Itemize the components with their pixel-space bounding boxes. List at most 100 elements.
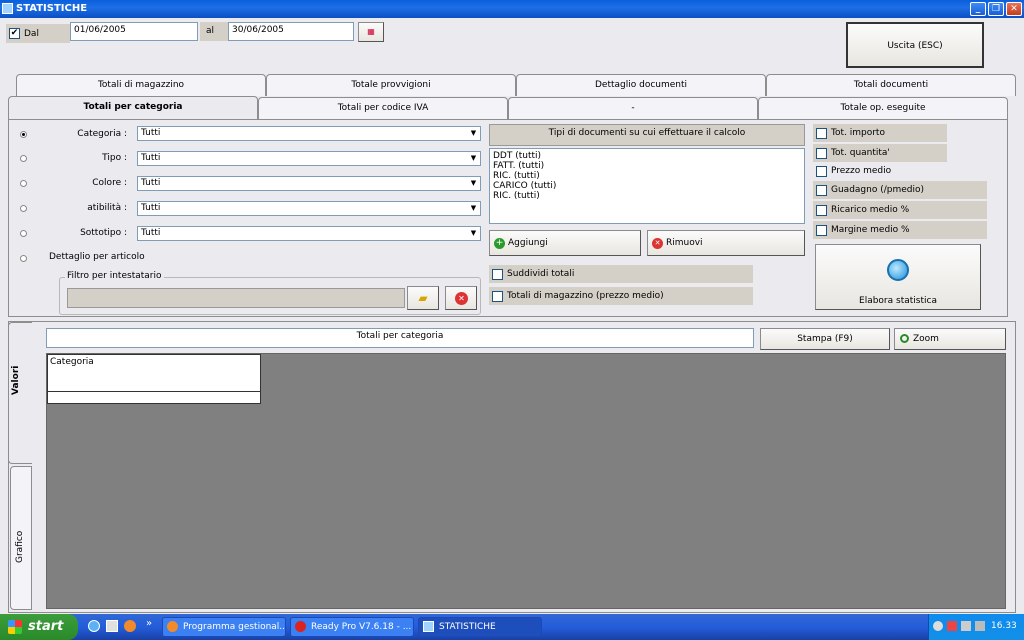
combo-compatibilita[interactable]: Tutti ▼ [137, 201, 481, 216]
remove-icon: ✕ [455, 292, 468, 305]
grid-empty-row [47, 392, 261, 404]
option-checkbox[interactable] [816, 225, 827, 236]
zoom-button[interactable]: Zoom [894, 328, 1006, 350]
owner-filter-label: Filtro per intestatario [65, 271, 164, 281]
tab-totale-provvigioni[interactable]: Totale provvigioni [266, 74, 516, 96]
combo-sottotipo[interactable]: Tutti ▼ [137, 226, 481, 241]
folder-button[interactable]: ▰ [407, 286, 439, 310]
list-item[interactable]: RIC. (tutti) [493, 191, 801, 201]
zoom-icon [900, 334, 909, 343]
option-tot-importo[interactable]: Tot. importo [813, 124, 947, 142]
add-label: Aggiungi [508, 238, 548, 248]
from-date-checkbox[interactable]: ✔ [9, 28, 20, 39]
option-tot-quantita[interactable]: Tot. quantita' [813, 144, 947, 162]
tab-dettaglio-documenti[interactable]: Dettaglio documenti [516, 74, 766, 96]
tab-totali-codice-iva[interactable]: Totali per codice IVA [258, 97, 508, 119]
option-checkbox[interactable] [816, 148, 827, 159]
calendar-button[interactable]: ▦ [358, 22, 384, 42]
taskbar-button-programma[interactable]: Programma gestional... [162, 617, 286, 637]
list-item[interactable]: DDT (tutti) [493, 151, 801, 161]
list-item[interactable]: RIC. (tutti) [493, 171, 801, 181]
firefox-icon[interactable] [124, 620, 136, 632]
more-icon[interactable]: » [146, 618, 152, 629]
combo-categoria[interactable]: Tutti ▼ [137, 126, 481, 141]
combo-tipo-value: Tutti [141, 153, 161, 163]
radio-tipo[interactable] [20, 155, 27, 162]
clock[interactable]: 16.33 [991, 621, 1017, 631]
tray-shield-icon[interactable] [947, 621, 957, 631]
add-button[interactable]: + Aggiungi [489, 230, 641, 256]
split-totals-option[interactable]: Suddividi totali [489, 265, 753, 283]
option-checkbox[interactable] [816, 128, 827, 139]
owner-filter-input[interactable] [67, 288, 405, 308]
minimize-button[interactable]: _ [970, 2, 986, 16]
taskbar-button-label: Programma gestional... [183, 622, 286, 632]
chevron-down-icon: ▼ [470, 154, 477, 162]
combo-categoria-value: Tutti [141, 128, 161, 138]
elaborate-button[interactable]: Elabora statistica [815, 244, 981, 310]
category-panel: Categoria : Tutti ▼ Tipo : Tutti ▼ Colore … [8, 119, 1008, 317]
doc-types-list[interactable]: DDT (tutti) FATT. (tutti) RIC. (tutti) C… [489, 148, 805, 224]
magnifier-icon [887, 259, 909, 281]
radio-compatibilita[interactable] [20, 205, 27, 212]
option-ricarico[interactable]: Ricarico medio % [813, 201, 987, 219]
option-label: Tot. importo [831, 128, 885, 138]
tray-volume-icon[interactable] [975, 621, 985, 631]
option-label: Ricarico medio % [831, 205, 910, 215]
combo-sottotipo-value: Tutti [141, 228, 161, 238]
desktop-icon[interactable] [106, 620, 118, 632]
exit-button[interactable]: Uscita (ESC) [846, 22, 984, 68]
radio-colore[interactable] [20, 180, 27, 187]
radio-categoria[interactable] [20, 131, 27, 138]
option-guadagno[interactable]: Guadagno (/pmedio) [813, 181, 987, 199]
vtab-valori-label: Valori [11, 365, 21, 395]
vtab-valori[interactable]: Valori [8, 322, 32, 464]
start-button[interactable]: start [0, 614, 78, 640]
combo-colore[interactable]: Tutti ▼ [137, 176, 481, 191]
combo-colore-value: Tutti [141, 178, 161, 188]
tab-totali-magazzino[interactable]: Totali di magazzino [16, 74, 266, 96]
tab-totali-categoria[interactable]: Totali per categoria [8, 96, 258, 120]
to-date-input[interactable]: 30/06/2005 [228, 22, 354, 41]
list-item[interactable]: FATT. (tutti) [493, 161, 801, 171]
start-label: start [28, 619, 64, 634]
combo-tipo[interactable]: Tutti ▼ [137, 151, 481, 166]
tray-arrow-icon[interactable] [933, 621, 943, 631]
results-grid[interactable]: Categoria [46, 353, 1006, 609]
split-totals-checkbox[interactable] [492, 269, 503, 280]
from-date-label: Dal [24, 29, 39, 39]
taskbar-button-label: STATISTICHE [439, 622, 496, 632]
tab-dash[interactable]: - [508, 97, 758, 119]
doc-types-header: Tipi di documenti su cui effettuare il c… [489, 124, 805, 146]
radio-sottotipo[interactable] [20, 230, 27, 237]
from-date-toggle[interactable]: ✔ Dal [6, 24, 70, 43]
radio-dettaglio-articolo[interactable] [20, 255, 27, 262]
tab-totale-op-eseguite[interactable]: Totale op. eseguite [758, 97, 1008, 119]
option-prezzo-medio[interactable]: Prezzo medio [813, 162, 947, 180]
list-item[interactable]: CARICO (tutti) [493, 181, 801, 191]
taskbar: start » Programma gestional... Ready Pro… [0, 614, 1024, 640]
clear-owner-button[interactable]: ✕ [445, 286, 477, 310]
remove-button[interactable]: ✕ Rimuovi [647, 230, 805, 256]
stock-totals-checkbox[interactable] [492, 291, 503, 302]
maximize-button[interactable]: ❐ [988, 2, 1004, 16]
remove-icon: ✕ [652, 238, 663, 249]
system-tray: 16.33 [928, 614, 1024, 640]
ie-icon[interactable] [88, 620, 100, 632]
option-checkbox[interactable] [816, 205, 827, 216]
option-checkbox[interactable] [816, 185, 827, 196]
taskbar-button-statistiche[interactable]: STATISTICHE [418, 617, 542, 637]
taskbar-button-readypro[interactable]: Ready Pro V7.6.18 - ... [290, 617, 414, 637]
option-margine[interactable]: Margine medio % [813, 221, 987, 239]
from-date-input[interactable]: 01/06/2005 [70, 22, 198, 41]
tray-network-icon[interactable] [961, 621, 971, 631]
to-date-label-bg: al [200, 22, 228, 41]
windows-logo-icon [8, 620, 22, 634]
print-button[interactable]: Stampa (F9) [760, 328, 890, 350]
stock-totals-option[interactable]: Totali di magazzino (prezzo medio) [489, 287, 753, 305]
tab-totali-documenti[interactable]: Totali documenti [766, 74, 1016, 96]
to-date-label: al [206, 26, 215, 36]
vtab-grafico[interactable]: Grafico [10, 466, 32, 610]
close-button[interactable]: ✕ [1006, 2, 1022, 16]
option-checkbox[interactable] [816, 166, 827, 177]
